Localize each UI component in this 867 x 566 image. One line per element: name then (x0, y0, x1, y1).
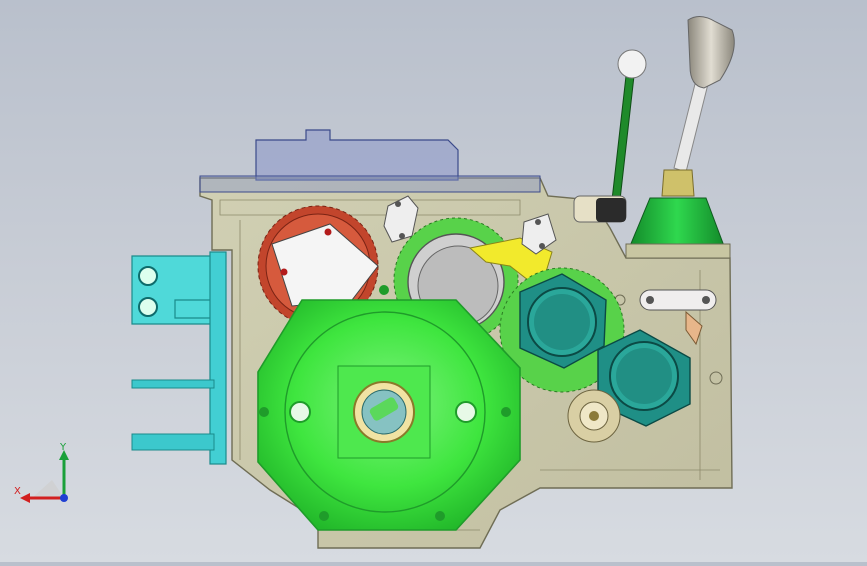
hand-lever[interactable] (573, 49, 647, 223)
y-axis-label: Y (59, 442, 67, 453)
model-canvas[interactable] (0, 0, 867, 562)
shift-lever[interactable] (625, 16, 735, 259)
bevel-gear[interactable] (567, 389, 621, 443)
cad-viewport[interactable] (0, 0, 867, 562)
x-axis-label: X (14, 486, 21, 497)
mounting-bracket[interactable] (131, 251, 227, 465)
coordinate-triad: Y X (14, 442, 69, 503)
top-cover[interactable] (199, 129, 541, 193)
z-axis-marker (60, 494, 68, 502)
